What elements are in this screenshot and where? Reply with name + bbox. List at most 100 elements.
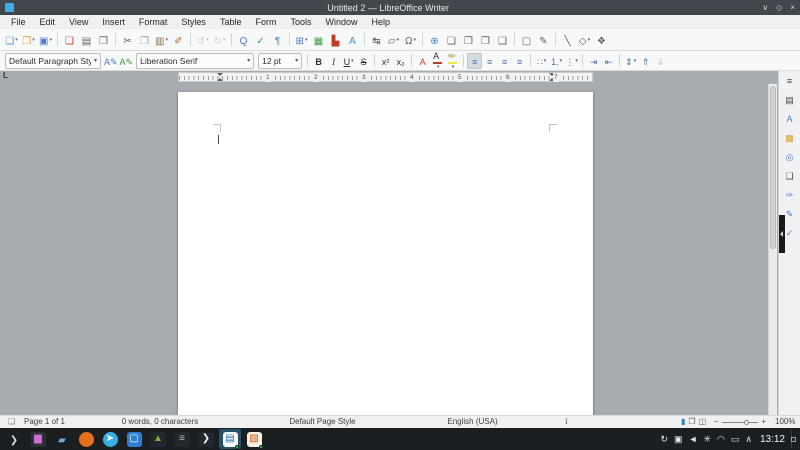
decrease-paragraph-spacing-button[interactable]: ⇓ [653, 53, 668, 69]
chevron-down-icon[interactable]: ▾ [351, 58, 354, 64]
sidebar-settings-button[interactable]: ≡ [782, 74, 798, 88]
clock[interactable]: 13:12 [760, 434, 785, 445]
menu-view[interactable]: View [62, 15, 95, 29]
chevron-down-icon[interactable]: ▾ [49, 37, 52, 43]
chevron-down-icon[interactable]: ▾ [15, 37, 18, 43]
vertical-scrollbar[interactable] [768, 84, 777, 415]
insert-bookmark-button[interactable]: ❒ [477, 31, 494, 49]
font-name-combo[interactable]: Liberation Serif▾ [136, 53, 254, 69]
left-indent-marker[interactable] [217, 78, 223, 81]
clear-formatting-button[interactable]: A [415, 53, 430, 69]
chevron-down-icon[interactable]: ▾ [305, 37, 308, 43]
insert-hyperlink-button[interactable]: ⊕ [426, 31, 443, 49]
insert-footnote-button[interactable]: ❏ [443, 31, 460, 49]
zoom-slider-knob[interactable] [744, 420, 749, 425]
insert-table-button[interactable]: ⊞▾ [293, 31, 310, 49]
open-button[interactable]: ❒▾ [20, 31, 37, 49]
chevron-down-icon[interactable]: ▾ [560, 58, 563, 64]
export-as-pdf-button[interactable]: ❏ [61, 31, 78, 49]
insert-page-break-button[interactable]: ↹ [368, 31, 385, 49]
update-selected-style-button[interactable]: A✎ [103, 53, 119, 69]
battery-icon[interactable]: ▭ [731, 428, 740, 450]
chevron-down-icon[interactable]: ▾ [247, 57, 250, 64]
chevron-down-icon[interactable]: ▾ [588, 37, 591, 43]
text-language[interactable]: English (USA) [410, 416, 535, 428]
zoom-out-button[interactable]: − [714, 416, 719, 428]
wifi-icon[interactable]: ◠ [717, 428, 725, 450]
font-color-button[interactable]: A▾ [430, 53, 445, 69]
chevron-down-icon[interactable]: ▾ [544, 58, 547, 64]
superscript-button[interactable]: x² [378, 53, 393, 69]
single-page-view-button[interactable]: ▮ [681, 416, 685, 428]
monitor-app-task[interactable]: ▆ [27, 429, 49, 449]
basic-shapes-button[interactable]: ◇▾ [576, 31, 593, 49]
ordered-list-button[interactable]: 1.▾ [549, 53, 564, 69]
justify-button[interactable]: ≡ [512, 53, 527, 69]
insert-field-button[interactable]: ▱▾ [385, 31, 402, 49]
chevron-down-icon[interactable]: ▾ [295, 57, 298, 64]
insert-endnote-button[interactable]: ❐ [460, 31, 477, 49]
sidebar-hide-button[interactable] [779, 215, 785, 253]
chevron-down-icon[interactable]: ▾ [206, 37, 209, 43]
increase-indent-button[interactable]: ⇥ [586, 53, 601, 69]
paste-button[interactable]: ▥▾ [153, 31, 170, 49]
underline-button[interactable]: U▾ [341, 53, 356, 69]
gallery-deck-button[interactable]: ▦ [782, 131, 798, 145]
unordered-list-button[interactable]: ∷▾ [534, 53, 549, 69]
updates-icon[interactable]: ↻ [660, 428, 668, 450]
libreoffice-impress-task[interactable]: ▧ [243, 429, 265, 449]
menu-form[interactable]: Form [248, 15, 283, 29]
properties-deck-button[interactable]: ▤ [782, 93, 798, 107]
zoom-level[interactable]: 100% [775, 416, 795, 428]
word-count[interactable]: 0 words, 0 characters [100, 416, 220, 428]
page-style[interactable]: Default Page Style [260, 416, 385, 428]
tab-stop-selector[interactable]: L [3, 71, 8, 81]
volume-icon[interactable]: ◄ [689, 428, 698, 450]
menu-file[interactable]: File [4, 15, 33, 29]
insert-text-box-button[interactable]: A [344, 31, 361, 49]
chevron-down-icon[interactable]: ▾ [437, 64, 440, 70]
styles-deck-button[interactable]: A [782, 112, 798, 126]
show-draw-functions-button[interactable]: ❖ [593, 31, 610, 49]
telegram-task[interactable]: ➤ [99, 429, 121, 449]
copy-button[interactable]: ❐ [136, 31, 153, 49]
cut-button[interactable]: ✂ [119, 31, 136, 49]
page-count[interactable]: Page 1 of 1 [24, 416, 65, 428]
formatting-marks-button[interactable]: ¶ [269, 31, 286, 49]
italic-button[interactable]: I [326, 53, 341, 69]
chevron-down-icon[interactable]: ▾ [413, 37, 416, 43]
page-deck-button[interactable]: ❏ [782, 169, 798, 183]
toggle-print-preview-button[interactable]: ❐ [95, 31, 112, 49]
new-document-button[interactable]: ❏▾ [3, 31, 20, 49]
chevron-down-icon[interactable]: ▾ [575, 58, 578, 64]
zoom-slider-track[interactable] [722, 422, 759, 423]
multi-page-view-button[interactable]: ❐ [688, 416, 695, 428]
menu-edit[interactable]: Edit [33, 15, 63, 29]
horizontal-ruler[interactable]: 1234567 [178, 72, 593, 82]
chevron-down-icon[interactable]: ▾ [397, 37, 400, 43]
line-spacing-button[interactable]: ⇕▾ [623, 53, 638, 69]
redo-button[interactable]: ↻▾ [211, 31, 228, 49]
show-desktop-button[interactable] [791, 430, 797, 448]
insert-cross-reference-button[interactable]: ❑ [494, 31, 511, 49]
paragraph-style-combo[interactable]: Default Paragraph Style▾ [5, 53, 101, 69]
discover-software-center-task[interactable]: ▢ [123, 429, 145, 449]
menu-tools[interactable]: Tools [283, 15, 318, 29]
menu-insert[interactable]: Insert [95, 15, 132, 29]
strikethrough-button[interactable]: S [356, 53, 371, 69]
menu-table[interactable]: Table [213, 15, 249, 29]
terminal-konsole-task[interactable]: ❯ [195, 429, 217, 449]
asterisk-status-icon[interactable]: ✳ [703, 428, 711, 450]
expand-tray-icon[interactable]: ∧ [745, 428, 752, 450]
app-launcher-task[interactable]: ❯ [3, 429, 25, 449]
menu-help[interactable]: Help [364, 15, 397, 29]
insert-line-button[interactable]: ╲ [559, 31, 576, 49]
vertical-scrollbar-thumb[interactable] [770, 86, 776, 249]
undo-button[interactable]: ↺▾ [194, 31, 211, 49]
chevron-down-icon[interactable]: ▾ [223, 37, 226, 43]
firefox-task[interactable] [75, 429, 97, 449]
highlight-color-button[interactable]: ✏▾ [445, 53, 460, 69]
spelling-check-button[interactable]: ✓ [252, 31, 269, 49]
insert-comment-button[interactable]: ▢ [518, 31, 535, 49]
style-inspector-deck-button[interactable]: ✑ [782, 188, 798, 202]
